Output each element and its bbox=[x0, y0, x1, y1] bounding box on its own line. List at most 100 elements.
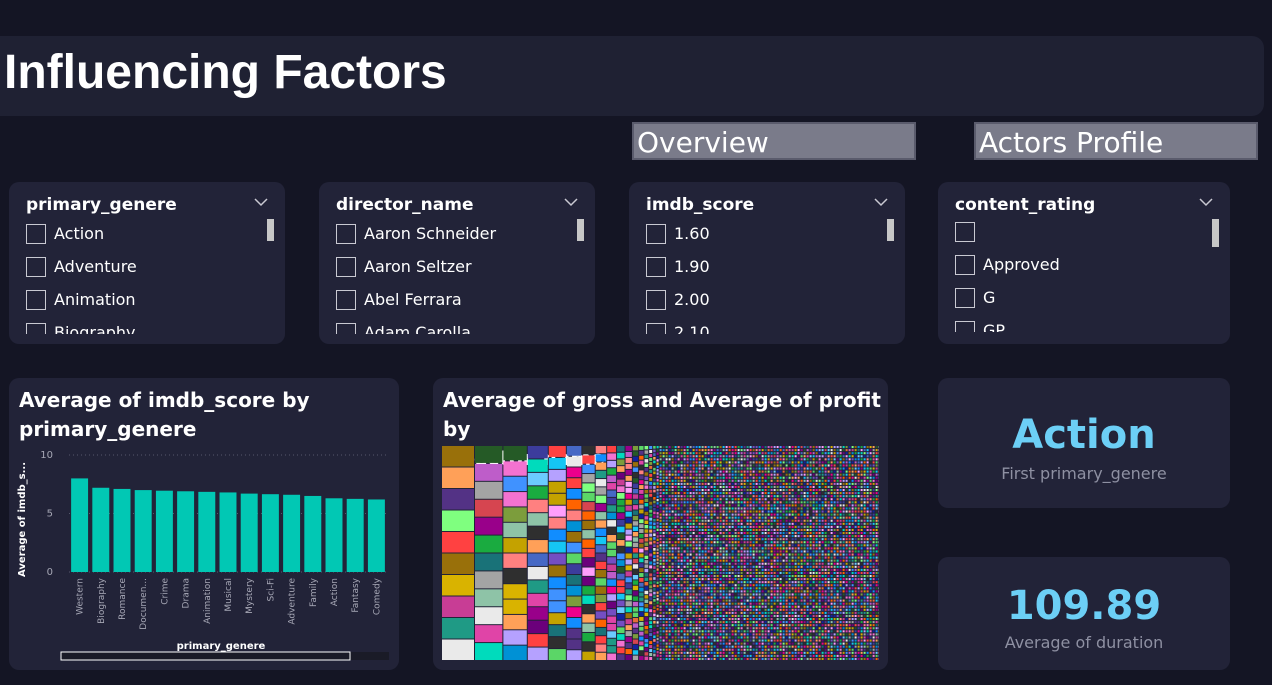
treemap-tile[interactable] bbox=[803, 636, 806, 639]
treemap-tile[interactable] bbox=[707, 504, 710, 507]
treemap-tile[interactable] bbox=[677, 639, 680, 642]
treemap-tile[interactable] bbox=[767, 473, 770, 476]
treemap-tile[interactable] bbox=[818, 593, 821, 596]
treemap-tile[interactable] bbox=[698, 568, 701, 571]
treemap-tile[interactable] bbox=[674, 489, 677, 492]
treemap-tile[interactable] bbox=[758, 599, 761, 602]
treemap-tile[interactable] bbox=[794, 657, 797, 660]
treemap-tile[interactable] bbox=[794, 584, 797, 587]
treemap-tile[interactable] bbox=[716, 602, 719, 605]
treemap-tile[interactable] bbox=[803, 642, 806, 645]
treemap-tile[interactable] bbox=[731, 624, 734, 627]
treemap-tile[interactable] bbox=[716, 510, 719, 513]
treemap-tile[interactable] bbox=[649, 501, 653, 505]
treemap-tile[interactable] bbox=[713, 556, 716, 559]
treemap-tile[interactable] bbox=[716, 648, 719, 651]
treemap-tile[interactable] bbox=[677, 550, 680, 553]
treemap-tile[interactable] bbox=[740, 522, 743, 525]
treemap-tile[interactable] bbox=[644, 617, 649, 621]
treemap-tile[interactable] bbox=[677, 461, 680, 464]
treemap-tile[interactable] bbox=[794, 538, 797, 541]
treemap-tile[interactable] bbox=[704, 602, 707, 605]
treemap-tile[interactable] bbox=[755, 467, 758, 470]
treemap-tile[interactable] bbox=[698, 651, 701, 654]
treemap-tile[interactable] bbox=[607, 512, 617, 520]
treemap-tile[interactable] bbox=[662, 642, 665, 645]
treemap-tile[interactable] bbox=[821, 467, 824, 470]
treemap-tile[interactable] bbox=[698, 654, 701, 657]
treemap-tile[interactable] bbox=[821, 504, 824, 507]
treemap-tile[interactable] bbox=[695, 495, 698, 498]
treemap-tile[interactable] bbox=[719, 621, 722, 624]
treemap-tile[interactable] bbox=[752, 525, 755, 528]
treemap-tile[interactable] bbox=[785, 464, 788, 467]
treemap-tile[interactable] bbox=[794, 624, 797, 627]
treemap-tile[interactable] bbox=[595, 454, 607, 462]
treemap-tile[interactable] bbox=[800, 538, 803, 541]
treemap-tile[interactable] bbox=[662, 519, 665, 522]
treemap-tile[interactable] bbox=[815, 559, 818, 562]
treemap-tile[interactable] bbox=[842, 452, 845, 455]
treemap-tile[interactable] bbox=[755, 611, 758, 614]
treemap-tile[interactable] bbox=[683, 541, 686, 544]
treemap-tile[interactable] bbox=[649, 597, 653, 601]
treemap-tile[interactable] bbox=[659, 455, 662, 458]
treemap-tile[interactable] bbox=[719, 614, 722, 617]
treemap-tile[interactable] bbox=[644, 577, 649, 582]
treemap-tile[interactable] bbox=[668, 593, 671, 596]
treemap-tile[interactable] bbox=[674, 654, 677, 657]
treemap-tile[interactable] bbox=[776, 578, 779, 581]
treemap-tile[interactable] bbox=[827, 590, 830, 593]
treemap-tile[interactable] bbox=[698, 485, 701, 488]
treemap-tile[interactable] bbox=[806, 541, 809, 544]
treemap-tile[interactable] bbox=[749, 587, 752, 590]
treemap-tile[interactable] bbox=[794, 568, 797, 571]
treemap-tile[interactable] bbox=[683, 618, 686, 621]
treemap-tile[interactable] bbox=[809, 461, 812, 464]
treemap-tile[interactable] bbox=[668, 627, 671, 630]
treemap-tile[interactable] bbox=[566, 446, 582, 456]
treemap-tile[interactable] bbox=[695, 587, 698, 590]
treemap-tile[interactable] bbox=[566, 639, 582, 650]
treemap-tile[interactable] bbox=[442, 618, 474, 639]
treemap-tile[interactable] bbox=[595, 487, 607, 495]
treemap-tile[interactable] bbox=[701, 458, 704, 461]
treemap-tile[interactable] bbox=[728, 590, 731, 593]
treemap-tile[interactable] bbox=[800, 587, 803, 590]
treemap-tile[interactable] bbox=[668, 485, 671, 488]
treemap-tile[interactable] bbox=[767, 550, 770, 553]
treemap-tile[interactable] bbox=[719, 596, 722, 599]
treemap-tile[interactable] bbox=[761, 455, 764, 458]
treemap-tile[interactable] bbox=[734, 461, 737, 464]
treemap-tile[interactable] bbox=[704, 642, 707, 645]
treemap-tile[interactable] bbox=[731, 528, 734, 531]
treemap-tile[interactable] bbox=[833, 562, 836, 565]
treemap-tile[interactable] bbox=[755, 571, 758, 574]
treemap-tile[interactable] bbox=[725, 525, 728, 528]
treemap-tile[interactable] bbox=[833, 624, 836, 627]
treemap-tile[interactable] bbox=[656, 472, 659, 475]
treemap-tile[interactable] bbox=[767, 587, 770, 590]
treemap-tile[interactable] bbox=[791, 550, 794, 553]
treemap-tile[interactable] bbox=[833, 464, 836, 467]
treemap-tile[interactable] bbox=[617, 472, 625, 479]
treemap-tile[interactable] bbox=[743, 559, 746, 562]
treemap-tile[interactable] bbox=[617, 452, 625, 459]
treemap-tile[interactable] bbox=[767, 630, 770, 633]
treemap-tile[interactable] bbox=[734, 648, 737, 651]
treemap-tile[interactable] bbox=[824, 568, 827, 571]
treemap-tile[interactable] bbox=[692, 455, 695, 458]
treemap-tile[interactable] bbox=[824, 562, 827, 565]
treemap-tile[interactable] bbox=[761, 654, 764, 657]
treemap-tile[interactable] bbox=[625, 625, 632, 631]
treemap-tile[interactable] bbox=[716, 624, 719, 627]
treemap-tile[interactable] bbox=[566, 596, 582, 607]
treemap-tile[interactable] bbox=[815, 522, 818, 525]
treemap-tile[interactable] bbox=[731, 467, 734, 470]
treemap-tile[interactable] bbox=[794, 602, 797, 605]
treemap-tile[interactable] bbox=[668, 470, 671, 473]
treemap-tile[interactable] bbox=[607, 483, 617, 490]
treemap-tile[interactable] bbox=[680, 581, 683, 584]
treemap-tile[interactable] bbox=[791, 639, 794, 642]
treemap-tile[interactable] bbox=[824, 538, 827, 541]
